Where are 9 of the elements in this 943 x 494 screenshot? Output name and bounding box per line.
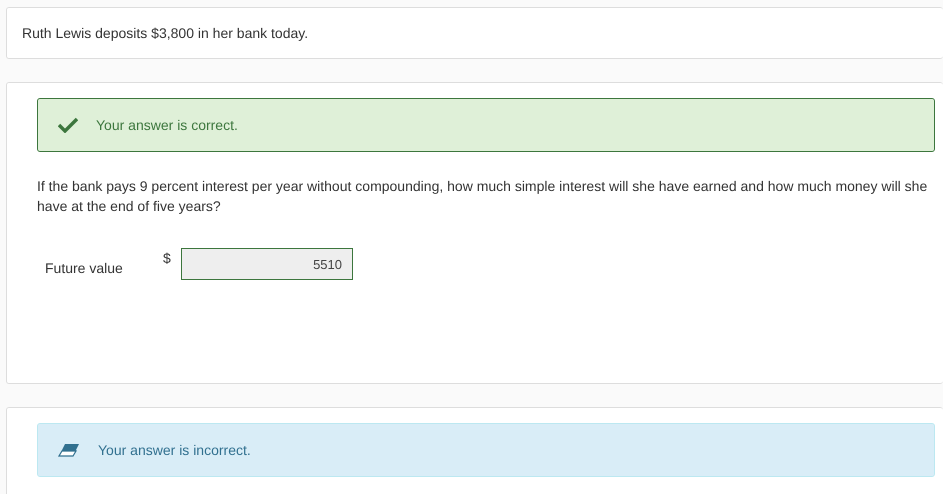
check-icon xyxy=(58,117,78,133)
answer-field[interactable]: 5510 xyxy=(181,248,353,280)
currency-symbol: $ xyxy=(163,250,172,266)
eraser-icon xyxy=(58,443,80,457)
feedback-text: Your answer is incorrect. xyxy=(98,442,251,458)
field-label: Future value xyxy=(45,260,124,276)
feedback-text: Your answer is correct. xyxy=(96,117,238,133)
question-text: If the bank pays 9 percent interest per year without compounding, how much simple interest will she have earned and how much money will she have at the end of five years? xyxy=(37,177,928,216)
problem-text: Ruth Lewis deposits $3,800 in her bank today. xyxy=(21,24,310,43)
